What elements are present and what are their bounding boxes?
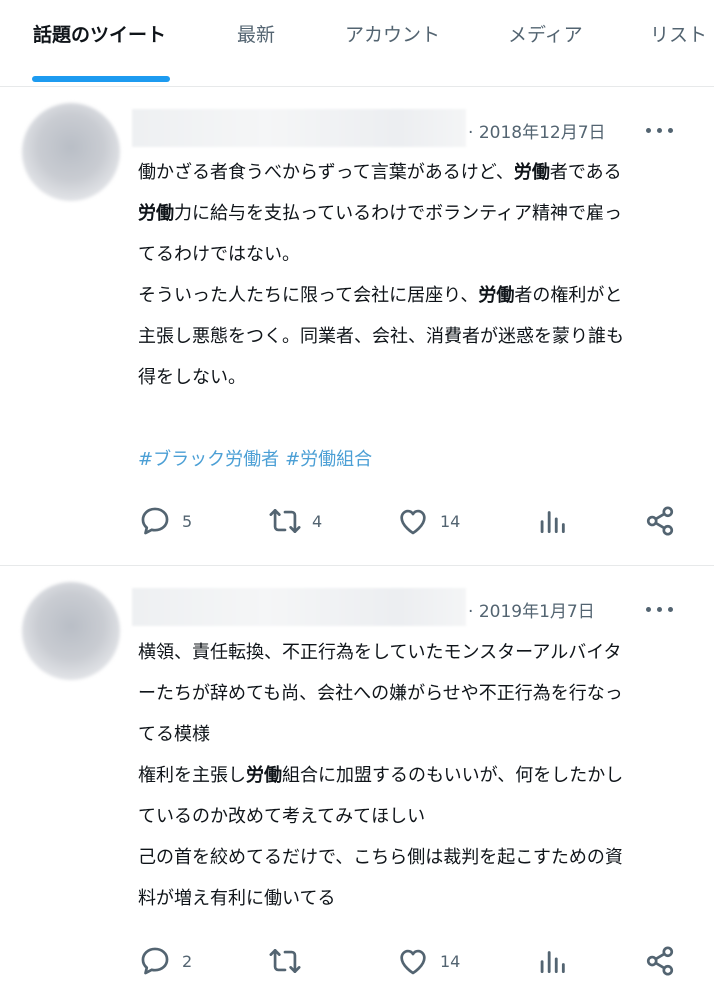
analytics-icon [540,951,565,974]
reply-icon [141,947,169,975]
tweet-text: 横領、責任転換、不正行為をしていたモンスターアルバイタ ーたちが辞めても尚、会社… [138,632,698,919]
reply-count: 5 [182,511,193,531]
author-name-redacted[interactable] [132,588,466,626]
tweet-text-line: 得をしない。 [138,367,246,388]
tweet-text: 働かざる者食うべからずって言葉があるけど、労働者である 労働力に給与を支払ってい… [138,152,698,398]
tweet-text-line: 権利を主張し労働組合に加盟するのもいいが、何をしたかし [138,765,624,786]
reply-count: 2 [182,951,193,971]
avatar[interactable] [22,103,120,201]
analytics-icon [540,511,565,534]
share-button[interactable] [643,501,677,541]
more-options-icon[interactable] [646,125,676,135]
tab-top-tweets[interactable]: 話題のツイート [33,20,166,47]
retweet-button[interactable]: 4 [268,501,322,541]
date-separator: · [468,123,474,143]
tab-accounts[interactable]: アカウント [345,20,440,47]
reply-button[interactable]: 2 [138,941,192,981]
tab-media[interactable]: メディア [508,20,583,47]
tweet-actions: 5 4 14 [0,501,714,541]
hashtags: #ブラック労働者 #労働組合 [138,445,378,471]
tweet-text-line: 横領、責任転換、不正行為をしていたモンスターアルバイタ [138,642,622,663]
tab-latest[interactable]: 最新 [237,20,275,47]
analytics-button[interactable] [535,501,569,541]
tweet-date[interactable]: · 2019年1月7日 [468,597,595,622]
author-name-redacted[interactable] [132,109,466,147]
heart-icon [400,509,426,535]
share-icon [646,506,674,536]
like-count: 14 [440,951,461,971]
reply-button[interactable]: 5 [138,501,192,541]
retweet-icon [269,949,301,973]
tweet-text-line: ているのか改めて考えてみてほしい [138,806,426,827]
retweet-count: 4 [312,511,323,531]
reply-icon [141,507,169,535]
tweet-text-line: てるわけではない。 [138,244,300,265]
tab-bar: 話題のツイート 最新 アカウント メディア リスト [0,0,714,87]
heart-icon [400,949,426,975]
tweet-actions: 2 14 [0,941,714,981]
share-icon [646,946,674,976]
hashtag-link[interactable]: #労働組合 [285,449,372,470]
tweet-date-text: 2019年1月7日 [478,602,595,622]
analytics-button[interactable] [535,941,569,981]
hashtag-link[interactable]: #ブラック労働者 [138,449,279,470]
tweet-date-text: 2018年12月7日 [478,123,606,143]
tweet[interactable]: · 2018年12月7日 働かざる者食うべからずって言葉があるけど、労働者である… [0,87,714,565]
like-button[interactable]: 14 [396,501,460,541]
tweet-text-line: てる模様 [138,724,210,745]
tweet-text-line: 働かざる者食うべからずって言葉があるけど、労働者である [138,162,622,183]
active-tab-indicator [32,76,170,82]
tweet-text-line: そういった人たちに限って会社に居座り、労働者の権利がと [138,285,623,306]
date-separator: · [468,602,474,622]
like-count: 14 [440,511,461,531]
tweet[interactable]: · 2019年1月7日 横領、責任転換、不正行為をしていたモンスターアルバイタ … [0,565,714,990]
tweet-text-line: 己の首を絞めてるだけで、こちら側は裁判を起こすための資 [138,847,623,868]
more-options-icon[interactable] [646,604,676,614]
tweet-date[interactable]: · 2018年12月7日 [468,118,606,143]
tweet-text-line: 料が増え有利に働いてる [138,888,336,909]
share-button[interactable] [643,941,677,981]
tweet-text-line: 労働力に給与を支払っているわけでボランティア精神で雇っ [138,203,623,224]
retweet-icon [269,509,301,533]
tweet-text-line: ーたちが辞めても尚、会社への嫌がらせや不正行為を行なっ [138,683,623,704]
retweet-button[interactable] [268,941,312,981]
tweet-text-line: 主張し悪態をつく。同業者、会社、消費者が迷惑を蒙り誰も [138,326,624,347]
tab-lists[interactable]: リスト [650,20,707,47]
like-button[interactable]: 14 [396,941,460,981]
avatar[interactable] [22,582,120,680]
